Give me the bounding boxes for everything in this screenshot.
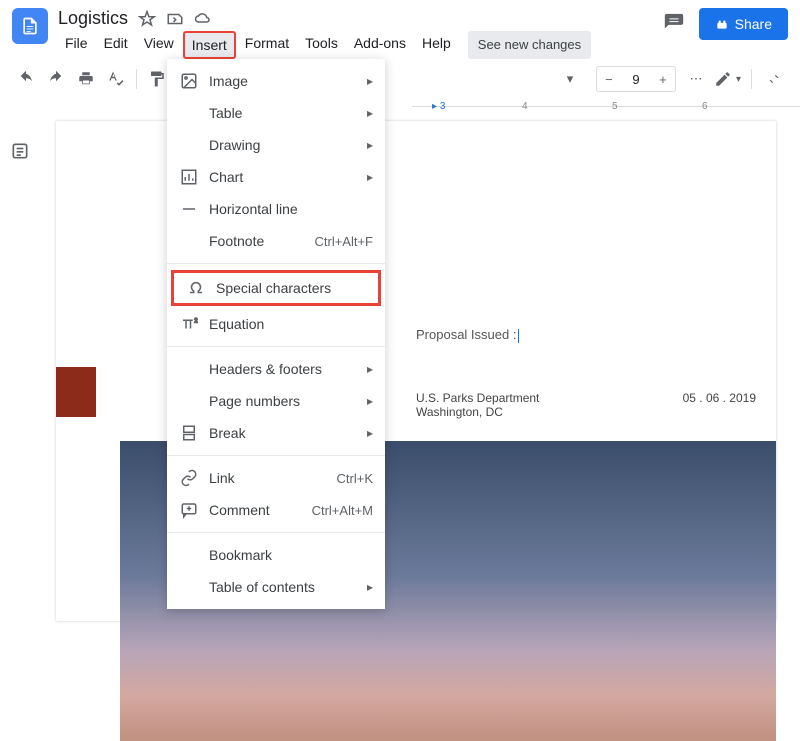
more-icon[interactable]: ⋯: [682, 65, 710, 93]
menu-insert[interactable]: Insert: [183, 31, 236, 59]
arrow-right-icon: ▸: [367, 170, 373, 184]
break-icon: [179, 424, 199, 442]
menu-chart[interactable]: Chart ▸: [167, 161, 385, 193]
menu-drawing[interactable]: Drawing ▸: [167, 129, 385, 161]
outline-icon[interactable]: [10, 141, 30, 621]
menu-break[interactable]: Break ▸: [167, 417, 385, 449]
menu-link[interactable]: Link Ctrl+K: [167, 462, 385, 494]
move-icon[interactable]: [166, 10, 184, 28]
menu-format[interactable]: Format: [238, 31, 296, 59]
print-icon[interactable]: [72, 65, 100, 93]
document-color-block: [56, 367, 96, 417]
menu-addons[interactable]: Add-ons: [347, 31, 413, 59]
arrow-right-icon: ▸: [367, 138, 373, 152]
menu-table[interactable]: Table ▸: [167, 97, 385, 129]
zoom-plus[interactable]: +: [651, 67, 675, 91]
styles-dropdown[interactable]: ▾: [550, 65, 590, 93]
font-size-value[interactable]: 9: [621, 72, 651, 87]
menu-view[interactable]: View: [137, 31, 181, 59]
expand-icon[interactable]: [760, 65, 788, 93]
arrow-right-icon: ▸: [367, 106, 373, 120]
dept-line2: Washington, DC: [416, 405, 539, 419]
pi-icon: 2: [179, 315, 199, 333]
svg-text:2: 2: [194, 319, 198, 325]
arrow-right-icon: ▸: [367, 580, 373, 594]
editing-mode-button[interactable]: ▾: [712, 66, 743, 92]
comment-history-icon[interactable]: [663, 12, 685, 37]
menu-tools[interactable]: Tools: [298, 31, 345, 59]
menu-horizontal-line[interactable]: Horizontal line: [167, 193, 385, 225]
comment-icon: [179, 501, 199, 519]
share-label: Share: [735, 16, 772, 32]
arrow-right-icon: ▸: [367, 362, 373, 376]
menu-edit[interactable]: Edit: [97, 31, 135, 59]
menu-comment[interactable]: Comment Ctrl+Alt+M: [167, 494, 385, 526]
horizontal-line-icon: [179, 200, 199, 218]
menu-headers-footers[interactable]: Headers & footers ▸: [167, 353, 385, 385]
menu-special-characters[interactable]: Special characters: [171, 270, 381, 306]
image-icon: [179, 72, 199, 90]
docs-logo[interactable]: [12, 8, 48, 44]
menu-footnote[interactable]: Footnote Ctrl+Alt+F: [167, 225, 385, 257]
see-new-changes[interactable]: See new changes: [468, 31, 591, 59]
doc-title[interactable]: Logistics: [58, 8, 128, 29]
menu-bookmark[interactable]: Bookmark: [167, 539, 385, 571]
spellcheck-icon[interactable]: [102, 65, 130, 93]
zoom-minus[interactable]: −: [597, 67, 621, 91]
proposal-text: Proposal Issued :: [416, 327, 516, 342]
link-icon: [179, 469, 199, 487]
menu-file[interactable]: File: [58, 31, 95, 59]
doc-date: 05 . 06 . 2019: [683, 391, 756, 419]
star-icon[interactable]: [138, 10, 156, 28]
menu-image[interactable]: Image ▸: [167, 65, 385, 97]
share-button[interactable]: Share: [699, 8, 788, 40]
redo-icon[interactable]: [42, 65, 70, 93]
menu-page-numbers[interactable]: Page numbers ▸: [167, 385, 385, 417]
undo-icon[interactable]: [12, 65, 40, 93]
arrow-right-icon: ▸: [367, 426, 373, 440]
chart-icon: [179, 168, 199, 186]
omega-icon: [186, 279, 206, 297]
dept-line1: U.S. Parks Department: [416, 391, 539, 405]
menu-toc[interactable]: Table of contents ▸: [167, 571, 385, 603]
arrow-right-icon: ▸: [367, 394, 373, 408]
menu-equation[interactable]: 2 Equation: [167, 308, 385, 340]
document-page[interactable]: Proposal Issued : U.S. Parks Department …: [56, 121, 776, 621]
insert-menu-dropdown: Image ▸ Table ▸ Drawing ▸ Chart ▸ Horizo…: [167, 59, 385, 609]
menu-help[interactable]: Help: [415, 31, 458, 59]
arrow-right-icon: ▸: [367, 74, 373, 88]
cloud-icon[interactable]: [194, 10, 212, 28]
